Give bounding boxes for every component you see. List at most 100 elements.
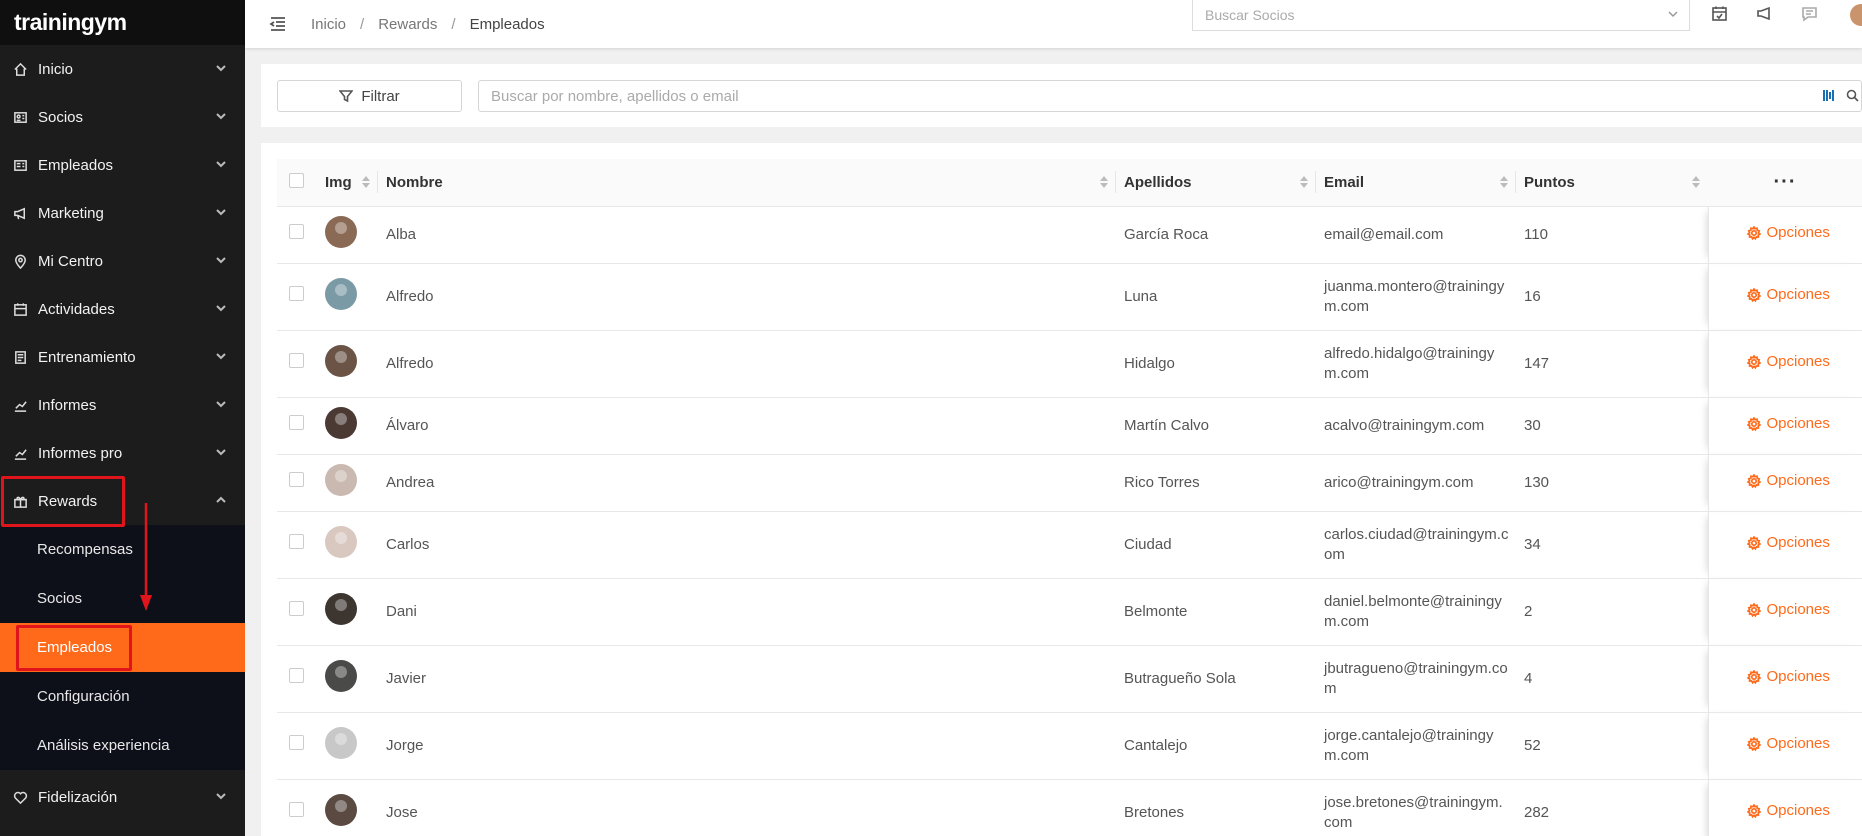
sidebar-item-entrenamiento[interactable]: Entrenamiento	[0, 333, 245, 381]
sidebar-item-marketing[interactable]: Marketing	[0, 189, 245, 237]
sort-icon	[1500, 176, 1508, 188]
table-row[interactable]: Andrea Rico Torres arico@trainingym.com …	[277, 454, 1862, 512]
row-select-cell	[277, 454, 317, 512]
sidebar-item-label: Fidelización	[38, 788, 118, 806]
options-button[interactable]: Opciones	[1746, 223, 1830, 243]
options-button[interactable]: Opciones	[1746, 600, 1830, 620]
sidebar-item-actividades[interactable]: Actividades	[0, 285, 245, 333]
row-nombre: Javier	[378, 645, 1116, 713]
header-img-label: Img	[325, 173, 352, 191]
row-options-cell: Opciones	[1707, 511, 1862, 579]
header-puntos[interactable]: Puntos	[1516, 159, 1708, 207]
options-button[interactable]: Opciones	[1746, 471, 1830, 491]
row-checkbox[interactable]	[289, 802, 304, 817]
topbar-icons	[1711, 0, 1818, 32]
options-button[interactable]: Opciones	[1746, 801, 1830, 821]
sidebar-item-label: Mi Centro	[38, 252, 104, 270]
sidebar-item-label: Actividades	[38, 300, 115, 318]
options-label: Opciones	[1766, 668, 1830, 685]
row-checkbox[interactable]	[289, 286, 304, 301]
search-socios-select[interactable]: Buscar Socios	[1192, 0, 1690, 31]
select-all-checkbox[interactable]	[289, 172, 304, 188]
row-apellidos: Martín Calvo	[1116, 397, 1316, 455]
row-checkbox[interactable]	[289, 668, 304, 683]
breadcrumb-inicio[interactable]: Inicio	[311, 16, 346, 33]
options-button[interactable]: Opciones	[1746, 734, 1830, 754]
row-checkbox[interactable]	[289, 415, 304, 430]
table-row[interactable]: Álvaro Martín Calvo acalvo@trainingym.co…	[277, 397, 1862, 455]
breadcrumb-empleados: Empleados	[469, 15, 545, 33]
filter-button[interactable]: Filtrar	[277, 80, 462, 112]
sidebar-item-inicio[interactable]: Inicio	[0, 45, 245, 93]
options-button[interactable]: Opciones	[1746, 414, 1830, 434]
row-checkbox[interactable]	[289, 601, 304, 616]
row-email: carlos.ciudad@trainingym.com	[1316, 511, 1516, 579]
menu-collapse-icon[interactable]	[269, 14, 289, 34]
row-puntos: 282	[1516, 779, 1708, 836]
row-checkbox[interactable]	[289, 472, 304, 487]
header-email[interactable]: Email	[1316, 159, 1516, 207]
table-row[interactable]: Dani Belmonte daniel.belmonte@trainingym…	[277, 578, 1862, 646]
sidebar-item-label: Inicio	[38, 60, 74, 78]
avatar	[325, 277, 357, 310]
search-socios-placeholder: Buscar Socios	[1205, 7, 1295, 23]
header-nombre[interactable]: Nombre	[378, 159, 1116, 207]
sidebar-item-informes[interactable]: Informes	[0, 381, 245, 429]
options-label: Opciones	[1766, 286, 1830, 303]
user-avatar[interactable]	[1850, 4, 1862, 26]
header-apellidos[interactable]: Apellidos	[1116, 159, 1316, 207]
submenu-item-empleados[interactable]: Empleados	[0, 623, 245, 672]
row-select-cell	[277, 645, 317, 713]
submenu-item-recompensas[interactable]: Recompensas	[0, 525, 245, 574]
chevron-down-icon	[215, 157, 227, 174]
options-label: Opciones	[1766, 472, 1830, 489]
row-email: daniel.belmonte@trainingym.com	[1316, 578, 1516, 646]
heart-icon	[12, 789, 28, 805]
badge-icon	[12, 157, 28, 173]
table-row[interactable]: Alfredo Hidalgo alfredo.hidalgo@training…	[277, 330, 1862, 398]
sort-icon	[1100, 176, 1108, 188]
sidebar-item-informes-pro[interactable]: Informes pro	[0, 429, 245, 477]
sidebar-item-socios[interactable]: Socios	[0, 93, 245, 141]
search-icon[interactable]	[1846, 89, 1859, 106]
row-checkbox[interactable]	[289, 224, 304, 239]
sidebar-item-mi-centro[interactable]: Mi Centro	[0, 237, 245, 285]
trainingym-logo[interactable]: trainingym	[0, 0, 245, 45]
row-checkbox[interactable]	[289, 534, 304, 549]
sort-icon	[1300, 176, 1308, 188]
options-label: Opciones	[1766, 353, 1830, 370]
row-checkbox[interactable]	[289, 353, 304, 368]
options-button[interactable]: Opciones	[1746, 667, 1830, 687]
employee-search-input[interactable]: Buscar por nombre, apellidos o email	[478, 80, 1862, 112]
sidebar-item-empleados[interactable]: Empleados	[0, 141, 245, 189]
table-row[interactable]: Carlos Ciudad carlos.ciudad@trainingym.c…	[277, 511, 1862, 579]
options-button[interactable]: Opciones	[1746, 533, 1830, 553]
breadcrumb-rewards[interactable]: Rewards	[378, 16, 437, 33]
avatar	[325, 406, 357, 439]
options-button[interactable]: Opciones	[1746, 352, 1830, 372]
options-button[interactable]: Opciones	[1746, 285, 1830, 305]
header-img[interactable]: Img	[317, 159, 378, 207]
sidebar-item-fidelizacion[interactable]: Fidelización	[0, 773, 245, 821]
row-email: email@email.com	[1316, 206, 1516, 264]
row-checkbox[interactable]	[289, 735, 304, 750]
barcode-icon[interactable]	[1823, 89, 1836, 106]
annotation-arrow-icon	[140, 503, 152, 611]
table-row[interactable]: Javier Butragueño Sola jbutragueno@train…	[277, 645, 1862, 713]
employees-table: Img Nombre Apellidos Email Puntos ··· Al…	[277, 159, 1862, 836]
table-row[interactable]: Jose Bretones jose.bretones@trainingym.c…	[277, 779, 1862, 836]
submenu-item-configuracion[interactable]: Configuración	[0, 672, 245, 721]
megaphone-icon[interactable]	[1756, 5, 1773, 27]
options-label: Opciones	[1766, 802, 1830, 819]
table-row[interactable]: Jorge Cantalejo jorge.cantalejo@training…	[277, 712, 1862, 780]
header-more-options[interactable]: ···	[1708, 159, 1862, 207]
sidebar-item-label: Socios	[38, 108, 84, 126]
table-row[interactable]: Alba García Roca email@email.com 110 Opc…	[277, 206, 1862, 264]
sidebar-item-rewards[interactable]: Rewards	[0, 477, 245, 525]
submenu-item-analisis-experiencia[interactable]: Análisis experiencia	[0, 721, 245, 770]
table-row[interactable]: Alfredo Luna juanma.montero@trainingym.c…	[277, 263, 1862, 331]
chat-icon[interactable]	[1801, 5, 1818, 27]
calendar-check-icon[interactable]	[1711, 5, 1728, 27]
sidebar-item-label: Marketing	[38, 204, 104, 222]
submenu-item-socios[interactable]: Socios	[0, 574, 245, 623]
